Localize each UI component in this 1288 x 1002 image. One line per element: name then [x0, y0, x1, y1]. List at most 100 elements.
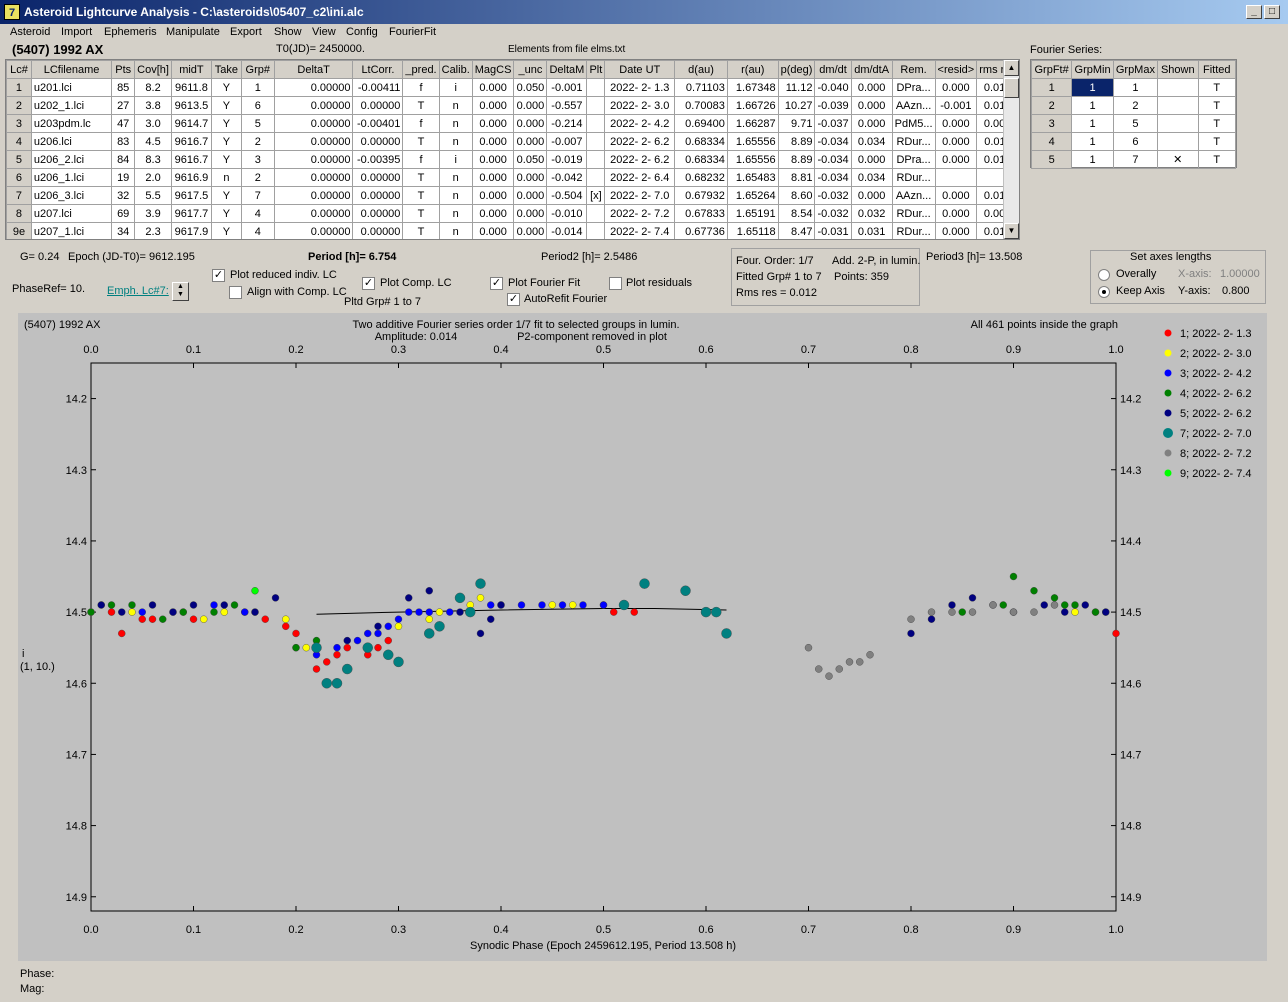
lc-cell[interactable]: 0.000	[850, 150, 893, 169]
lc-cell[interactable]: T	[402, 96, 440, 115]
menu-import[interactable]: Import	[61, 26, 92, 38]
lc-header[interactable]: Cov[h]	[134, 60, 172, 79]
lc-cell[interactable]: n	[438, 168, 473, 187]
lc-cell[interactable]	[586, 132, 606, 151]
lc-cell[interactable]: u207.lci	[30, 204, 113, 223]
lc-cell[interactable]: -0.032	[814, 204, 852, 223]
lc-header[interactable]: LtCorr.	[352, 60, 404, 79]
lc-cell[interactable]: Y	[210, 186, 242, 205]
lc-cell[interactable]: n	[438, 222, 473, 239]
lc-cell[interactable]: 0.000	[471, 150, 515, 169]
lc-cell[interactable]	[934, 168, 978, 187]
lc-cell[interactable]: u206_2.lci	[30, 150, 113, 169]
lc-cell[interactable]: 0.000	[513, 168, 548, 187]
lc-cell[interactable]: 9617.9	[170, 222, 212, 239]
lc-cell[interactable]: 0.00000	[273, 132, 354, 151]
fourier-cell[interactable]: 1	[1030, 78, 1073, 97]
lc-cell[interactable]: 0.00000	[273, 204, 354, 223]
lc-cell[interactable]: 3	[240, 150, 275, 169]
menu-show[interactable]: Show	[274, 26, 302, 38]
lc-cell[interactable]: -0.00401	[352, 114, 404, 133]
lc-cell[interactable]: 0.034	[850, 132, 893, 151]
lc-header[interactable]: p(deg)	[777, 60, 816, 79]
fourier-cell[interactable]: ✕	[1156, 150, 1199, 169]
lc-header[interactable]: Rem.	[891, 60, 936, 79]
lc-cell[interactable]: u206.lci	[30, 132, 113, 151]
overally-radio[interactable]	[1098, 269, 1110, 281]
y-axis-value[interactable]: 0.800	[1222, 285, 1250, 297]
lc-cell[interactable]: 0.000	[471, 114, 515, 133]
lc-cell[interactable]: 0.000	[471, 204, 515, 223]
fourier-cell[interactable]: T	[1197, 78, 1237, 97]
lc-cell[interactable]: 0.000	[513, 114, 548, 133]
lc-cell[interactable]: 5	[6, 150, 32, 169]
x-axis-value[interactable]: 1.00000	[1220, 268, 1260, 280]
lc-cell[interactable]: -0.214	[546, 114, 588, 133]
lc-cell[interactable]: 1	[240, 78, 275, 97]
lc-cell[interactable]: Y	[210, 78, 242, 97]
lc-cell[interactable]: n	[438, 132, 473, 151]
lc-header[interactable]: dm/dt	[814, 60, 852, 79]
lc-cell[interactable]	[586, 168, 606, 187]
lc-cell[interactable]: f	[402, 150, 440, 169]
lc-cell[interactable]: 5	[240, 114, 275, 133]
lc-cell[interactable]: -0.557	[546, 96, 588, 115]
lc-cell[interactable]: -0.007	[546, 132, 588, 151]
lc-cell[interactable]: f	[402, 114, 440, 133]
scroll-thumb[interactable]	[1004, 78, 1019, 98]
lc-cell[interactable]: 0.000	[934, 204, 978, 223]
lc-cell[interactable]: 2022- 2- 6.2	[604, 150, 676, 169]
fourier-row[interactable]: 416 T	[1030, 132, 1237, 151]
lc-cell[interactable]: 8.89	[777, 150, 816, 169]
lc-cell[interactable]: -0.001	[546, 78, 588, 97]
lc-header[interactable]: Take	[210, 60, 242, 79]
lc-cell[interactable]: 2022- 2- 4.2	[604, 114, 676, 133]
lc-row[interactable]: 6 u206_1.lci 19 2.0 9616.9 n 2 0.00000 0.00000 Tn…	[6, 168, 1019, 187]
fourier-cell[interactable]	[1156, 132, 1199, 151]
lc-row[interactable]: 3 u203pdm.lc 47 3.0 9614.7 Y 5 0.00000 -0.00401 f…	[6, 114, 1019, 133]
plot-fourier-checkbox[interactable]: ✓	[490, 277, 503, 290]
lc-cell[interactable]: 0.000	[471, 96, 515, 115]
lc-cell[interactable]: 2.3	[134, 222, 172, 239]
lc-header[interactable]: midT	[170, 60, 212, 79]
lc-cell[interactable]: Y	[210, 204, 242, 223]
lc-cell[interactable]: 0.050	[513, 78, 548, 97]
lc-cell[interactable]: 83	[111, 132, 136, 151]
fourier-header[interactable]: Fitted	[1197, 60, 1237, 79]
lc-row[interactable]: 8 u207.lci 69 3.9 9617.7 Y 4 0.00000 0.00000 Tn 0.…	[6, 204, 1019, 223]
lc-header[interactable]: MagCS	[471, 60, 515, 79]
lc-cell[interactable]: 9611.8	[170, 78, 212, 97]
lc-header[interactable]: Calib.	[438, 60, 473, 79]
lc-cell[interactable]: 4	[6, 132, 32, 151]
lc-cell[interactable]: 0.000	[513, 222, 548, 239]
lc-cell[interactable]: 0.000	[513, 132, 548, 151]
lc-cell[interactable]: 9616.7	[170, 150, 212, 169]
lc-cell[interactable]: 0.000	[934, 150, 978, 169]
lc-cell[interactable]: 0.69400	[674, 114, 728, 133]
lc-cell[interactable]: 0.70083	[674, 96, 728, 115]
menu-manipulate[interactable]: Manipulate	[166, 26, 220, 38]
lc-cell[interactable]: u207_1.lci	[30, 222, 113, 239]
lc-cell[interactable]: Y	[210, 96, 242, 115]
lc-cell[interactable]: 0.000	[471, 222, 515, 239]
lc-cell[interactable]: u203pdm.lc	[30, 114, 113, 133]
lc-cell[interactable]: 0.68334	[674, 132, 728, 151]
lc-cell[interactable]: T	[402, 222, 440, 239]
lc-cell[interactable]: f	[402, 78, 440, 97]
lc-cell[interactable]: -0.034	[814, 168, 852, 187]
lc-cell[interactable]: i	[438, 78, 473, 97]
lc-cell[interactable]: n	[438, 204, 473, 223]
lc-cell[interactable]: 3.8	[134, 96, 172, 115]
lc-cell[interactable]: 7	[6, 186, 32, 205]
autorefit-checkbox[interactable]: ✓	[507, 293, 520, 306]
lc-cell[interactable]	[586, 204, 606, 223]
lc-cell[interactable]: 2.0	[134, 168, 172, 187]
lc-cell[interactable]: 0.034	[850, 168, 893, 187]
fourier-cell[interactable]: 2	[1030, 96, 1073, 115]
lc-cell[interactable]: 9616.7	[170, 132, 212, 151]
scroll-up-icon[interactable]: ▲	[1004, 60, 1019, 76]
lightcurve-table[interactable]: Lc# LCfilename Pts Cov[h] midT Take Grp# DeltaT…	[5, 59, 1020, 240]
lc-cell[interactable]: 3.9	[134, 204, 172, 223]
lc-cell[interactable]: RDur...	[891, 168, 936, 187]
lc-cell[interactable]: 6	[240, 96, 275, 115]
